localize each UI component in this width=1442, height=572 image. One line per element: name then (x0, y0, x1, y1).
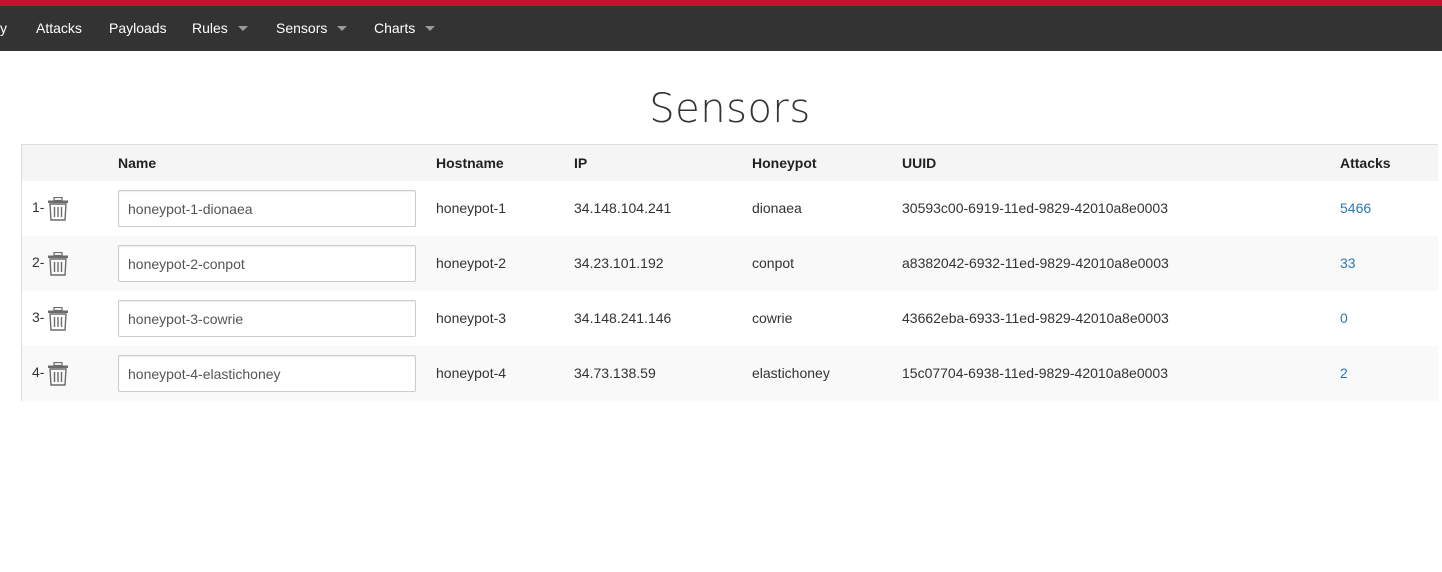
cell-honeypot: conpot (752, 255, 795, 271)
nav-item-sensors[interactable]: Sensors (276, 6, 348, 51)
table-row: 4- honeypot-4 34.73.138.59 elastichoney … (22, 346, 1438, 401)
table-header: Name Hostname IP Honeypot UUID Attacks (22, 145, 1438, 181)
cell-honeypot: dionaea (752, 200, 802, 216)
row-number: 4- (32, 364, 45, 380)
caret-down-icon (237, 25, 248, 31)
table-row: 3- honeypot-3 34.148.241.146 cowrie 4366… (22, 291, 1438, 346)
nav-label: Payloads (109, 20, 167, 36)
cell-hostname: honeypot-2 (436, 255, 507, 271)
page-title: Sensors (649, 86, 811, 132)
cell-uuid: a8382042-6932-11ed-9829-42010a8e0003 (902, 255, 1169, 271)
nav-item-charts[interactable]: Charts (374, 6, 436, 51)
top-navbar: y Attacks Payloads Rules Sensors Charts (0, 6, 1442, 51)
row-number: 2- (32, 254, 45, 270)
cell-ip: 34.73.138.59 (574, 365, 656, 381)
header-uuid: UUID (902, 155, 937, 171)
cell-hostname: honeypot-1 (436, 200, 507, 216)
cell-uuid: 43662eba-6933-11ed-9829-42010a8e0003 (902, 310, 1169, 326)
nav-label: Attacks (36, 20, 82, 36)
nav-label: Rules (192, 20, 228, 36)
cell-ip: 34.23.101.192 (574, 255, 664, 271)
header-attacks: Attacks (1340, 155, 1391, 171)
nav-item-payloads[interactable]: Payloads (109, 6, 167, 51)
nav-label: Sensors (276, 20, 328, 36)
sensor-name-input[interactable] (118, 355, 416, 392)
caret-down-icon (337, 25, 348, 31)
trash-icon[interactable] (47, 252, 69, 276)
sensor-name-input[interactable] (118, 300, 416, 337)
nav-item-attacks[interactable]: Attacks (36, 6, 82, 51)
attacks-count-link[interactable]: 2 (1340, 365, 1348, 381)
trash-icon[interactable] (47, 197, 69, 221)
cell-hostname: honeypot-4 (436, 365, 507, 381)
attacks-count-link[interactable]: 0 (1340, 310, 1348, 326)
caret-down-icon (425, 25, 436, 31)
nav-item-partial[interactable]: y (0, 6, 7, 51)
header-honeypot: Honeypot (752, 155, 817, 171)
header-ip: IP (574, 155, 588, 171)
row-number: 1- (32, 199, 45, 215)
sensors-table: Name Hostname IP Honeypot UUID Attacks 1… (21, 144, 1438, 401)
table-row: 1- honeypot-1 34.148.104.241 dionaea 305… (22, 181, 1438, 236)
attacks-count-link[interactable]: 33 (1340, 255, 1356, 271)
cell-hostname: honeypot-3 (436, 310, 507, 326)
cell-ip: 34.148.241.146 (574, 310, 672, 326)
attacks-count-link[interactable]: 5466 (1340, 200, 1371, 216)
sensor-name-input[interactable] (118, 190, 416, 227)
nav-label: Charts (374, 20, 416, 36)
cell-honeypot: cowrie (752, 310, 793, 326)
header-name: Name (118, 155, 157, 171)
nav-item-rules[interactable]: Rules (192, 6, 248, 51)
cell-ip: 34.148.104.241 (574, 200, 672, 216)
cell-honeypot: elastichoney (752, 365, 830, 381)
sensor-name-input[interactable] (118, 245, 416, 282)
table-row: 2- honeypot-2 34.23.101.192 conpot a8382… (22, 236, 1438, 291)
header-hostname: Hostname (436, 155, 504, 171)
cell-uuid: 15c07704-6938-11ed-9829-42010a8e0003 (902, 365, 1168, 381)
trash-icon[interactable] (47, 362, 69, 386)
trash-icon[interactable] (47, 307, 69, 331)
row-number: 3- (32, 309, 45, 325)
cell-uuid: 30593c00-6919-11ed-9829-42010a8e0003 (902, 200, 1168, 216)
